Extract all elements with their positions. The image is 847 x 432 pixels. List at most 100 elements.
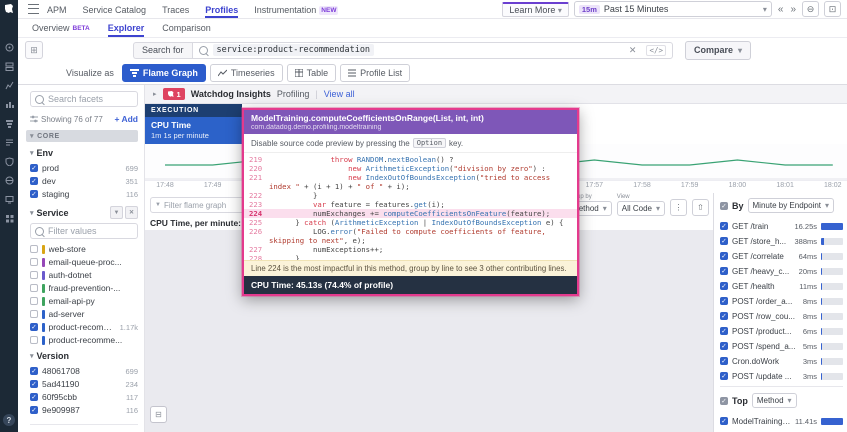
checkbox[interactable]: ✓ [30,406,38,414]
facet-row-staging[interactable]: ✓staging116 [30,188,138,200]
facet-filter-icon[interactable]: ▼ [110,206,123,219]
checkbox[interactable]: ✓ [720,312,728,320]
top-method-select[interactable]: Method▾ [752,393,797,408]
endpoint-row[interactable]: ✓POST /order_a...8ms [720,295,843,307]
search-facets-input[interactable]: Search facets [30,91,138,107]
checkbox[interactable]: ✓ [30,177,38,185]
tab-overview[interactable]: OverviewBETA [32,20,90,37]
view-select[interactable]: All Code▾ [617,201,665,216]
filter-flame-graph-input[interactable]: ▼ Filter flame graph [150,197,248,213]
checkbox[interactable]: ✓ [720,417,728,425]
host-facet-header[interactable]: ▸Host [30,424,138,432]
checkbox[interactable] [30,258,38,266]
checkbox[interactable]: ✓ [720,267,728,275]
endpoint-row[interactable]: ✓Cron.doWork3ms [720,355,843,367]
tab-explorer[interactable]: Explorer [108,20,145,37]
nav-item-profiles[interactable]: Profiles [205,1,238,18]
code-view-icon[interactable]: </> [646,45,666,56]
add-facet-button[interactable]: + Add [114,114,138,124]
logs-icon[interactable] [4,137,14,147]
facet-row-48061708[interactable]: ✓48061708699 [30,365,138,377]
checkbox[interactable] [30,271,38,279]
facet-row-auth-dotnet[interactable]: auth-dotnet [30,269,138,281]
checkbox[interactable] [30,310,38,318]
endpoint-row[interactable]: ✓GET /heavy_c...20ms [720,265,843,277]
compare-button[interactable]: Compare▾ [685,41,751,60]
checkbox[interactable]: ✓ [720,342,728,350]
checkbox[interactable] [30,245,38,253]
zoom-out-icon[interactable]: ⊖ [802,1,819,17]
facet-clear-icon[interactable]: ✕ [125,206,138,219]
method-row[interactable]: ✓ModelTraining.c...11.41s [720,415,843,427]
checkbox[interactable]: ✓ [720,252,728,260]
facet-row-product-recomme-[interactable]: product-recomme... [30,334,138,346]
time-range-picker[interactable]: 15m Past 15 Minutes ▾ [574,1,772,17]
checkbox[interactable]: ✓ [720,327,728,335]
facet-row-product-recomme-[interactable]: ✓product-recomme...1.17k [30,321,138,333]
learn-more-button[interactable]: Learn More ▾ [502,2,569,17]
endpoint-row[interactable]: ✓POST /row_cou...8ms [720,310,843,322]
filter-values-input[interactable]: Filter values [30,223,138,239]
endpoint-row[interactable]: ✓GET /store_h...388ms [720,235,843,247]
checkbox[interactable]: ✓ [720,222,728,230]
fullscreen-icon[interactable]: ⊡ [824,1,841,17]
endpoint-row[interactable]: ✓POST /spend_a...5ms [720,340,843,352]
checkbox[interactable] [30,284,38,292]
profiling-icon[interactable] [4,118,14,128]
facet-row-web-store[interactable]: web-store [30,243,138,255]
more-options-icon[interactable]: ⋮ [670,199,687,216]
visualize-timeseries-button[interactable]: Timeseries [210,64,283,82]
visualize-profile-list-button[interactable]: Profile List [340,64,410,82]
time-back-icon[interactable]: « [777,4,785,15]
checkbox[interactable]: ✓ [720,357,728,365]
checkbox[interactable]: ✓ [30,323,38,331]
help-icon[interactable]: ? [3,414,15,426]
checkbox[interactable] [30,297,38,305]
endpoint-row[interactable]: ✓POST /product...6ms [720,325,843,337]
visualize-table-button[interactable]: Table [287,64,337,82]
view-all-link[interactable]: View all [324,89,355,99]
facet-row-dev[interactable]: ✓dev351 [30,175,138,187]
metrics-icon[interactable] [4,80,14,90]
export-icon[interactable]: ⇧ [692,199,709,216]
nav-item-service-catalog[interactable]: Service Catalog [83,1,147,18]
select-all-checkbox[interactable]: ✓ [720,202,728,210]
search-query[interactable]: service:product-recommendation [213,44,375,56]
facet-row-60f95cbb[interactable]: ✓60f95cbb117 [30,391,138,403]
visualize-flame-graph-button[interactable]: Flame Graph [122,64,206,82]
checkbox[interactable]: ✓ [720,282,728,290]
facet-row-fraud-prevention-[interactable]: fraud-prevention-... [30,282,138,294]
checkbox[interactable]: ✓ [720,297,728,305]
hamburger-icon[interactable] [28,4,39,14]
env-facet-header[interactable]: ▾Env [30,148,138,158]
checkbox[interactable]: ✓ [720,372,728,380]
nav-item-apm[interactable]: APM [47,1,67,18]
checkbox[interactable]: ✓ [30,380,38,388]
panel-toggle-icon[interactable]: ⊞ [25,41,43,59]
infrastructure-icon[interactable] [4,61,14,71]
clear-search-icon[interactable]: ✕ [629,45,637,56]
facet-row-email-queue-proc-[interactable]: email-queue-proc... [30,256,138,268]
endpoint-row[interactable]: ✓GET /train16.25s [720,220,843,232]
minimap-toggle-icon[interactable]: ⊟ [150,406,167,423]
expand-icon[interactable]: ▸ [153,90,157,98]
rum-icon[interactable] [4,194,14,204]
endpoint-row[interactable]: ✓POST /update ...3ms [720,370,843,382]
watchdog-badge[interactable]: 1 [163,88,185,100]
datadog-logo[interactable] [0,0,18,18]
version-facet-header[interactable]: ▾Version [30,351,138,361]
checkbox[interactable] [30,336,38,344]
search-input[interactable]: service:product-recommendation ✕ </> [192,42,673,59]
facet-row-prod[interactable]: ✓prod699 [30,162,138,174]
select-all-checkbox[interactable]: ✓ [720,397,728,405]
time-forward-icon[interactable]: » [789,4,797,15]
by-endpoint-select[interactable]: Minute by Endpoint▾ [748,198,835,213]
nav-item-instrumentation[interactable]: InstrumentationNEW [254,1,338,18]
checkbox[interactable]: ✓ [720,237,728,245]
security-icon[interactable] [4,156,14,166]
cpu-time-metric-item[interactable]: CPU Time 1m 1s per minute [145,117,242,144]
synthetics-icon[interactable] [4,175,14,185]
apm-icon[interactable] [4,99,14,109]
endpoint-row[interactable]: ✓GET /health11ms [720,280,843,292]
facet-row-5ad41190[interactable]: ✓5ad41190234 [30,378,138,390]
